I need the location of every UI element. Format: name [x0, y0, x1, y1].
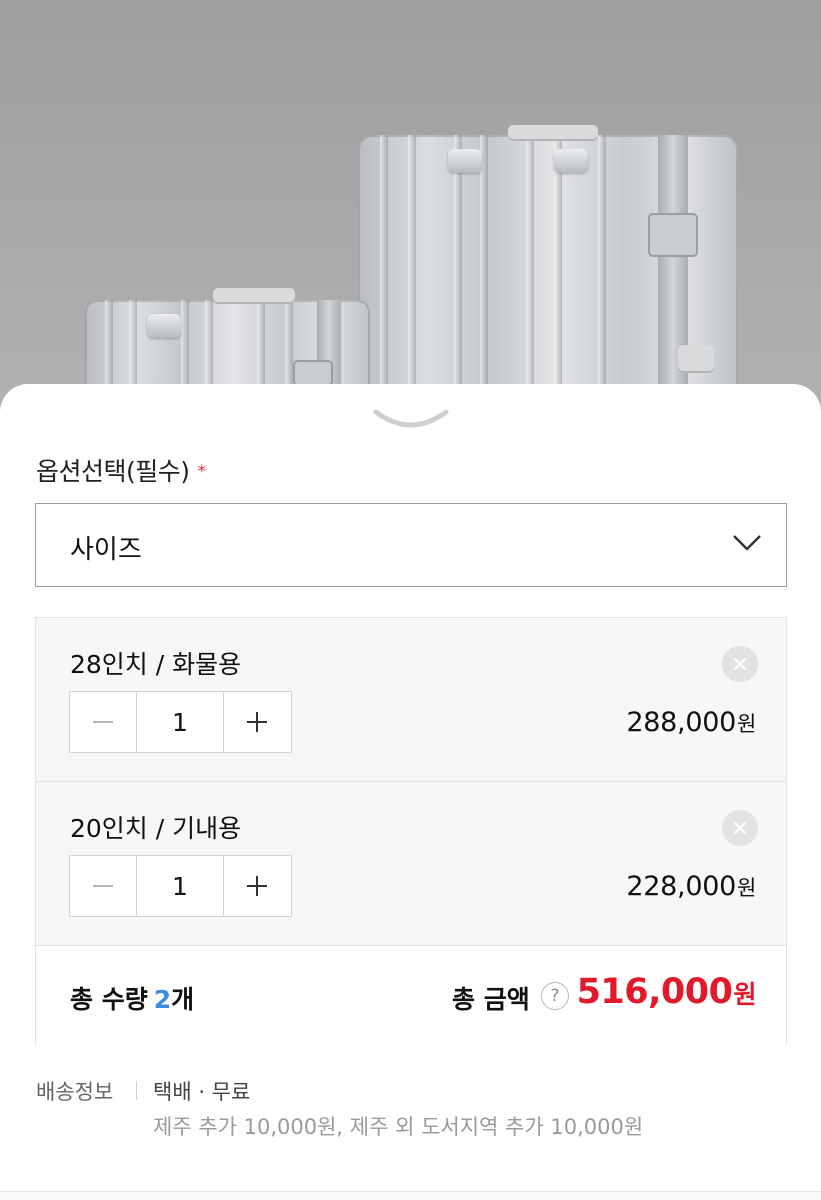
question-icon[interactable]: ? — [541, 982, 569, 1010]
total-amount: 516,000원 — [576, 972, 757, 1012]
quantity-stepper: 1 — [69, 691, 292, 753]
product-photo — [0, 0, 821, 440]
quantity-value[interactable]: 1 — [136, 692, 224, 752]
chevron-down-icon[interactable] — [372, 408, 450, 432]
quantity-value[interactable]: 1 — [136, 856, 224, 916]
currency-unit: 원 — [736, 876, 756, 900]
size-select-label: 사이즈 — [70, 535, 142, 565]
total-amount-value: 516,000 — [576, 972, 733, 1012]
option-name: 20인치 / 기내용 — [70, 814, 242, 843]
shipping-info-label: 배송정보 — [36, 1080, 114, 1104]
shipping-note: 제주 추가 10,000원, 제주 외 도서지역 추가 10,000원 — [153, 1115, 644, 1139]
selected-options-panel: 28인치 / 화물용 1 288,000원 20인치 / 기내용 1 228,0… — [35, 617, 787, 1045]
increment-button[interactable] — [224, 856, 290, 916]
total-quantity: 총 수량 2개 — [70, 980, 194, 1016]
quantity-stepper: 1 — [69, 855, 292, 917]
plus-icon — [247, 876, 267, 896]
close-icon — [733, 821, 747, 835]
selected-option-item: 20인치 / 기내용 1 228,000원 — [36, 782, 786, 946]
size-select[interactable]: 사이즈 — [35, 503, 787, 587]
divider — [136, 1081, 137, 1100]
total-quantity-label: 총 수량 — [70, 985, 148, 1014]
decrement-button[interactable] — [70, 856, 136, 916]
decrement-button[interactable] — [70, 692, 136, 752]
option-section-title: 옵션선택(필수) * — [36, 452, 206, 488]
remove-option-button[interactable] — [722, 646, 758, 682]
minus-icon — [93, 885, 113, 887]
plus-icon — [247, 712, 267, 732]
order-summary: 총 수량 2개 총 금액 ? 516,000원 — [36, 946, 786, 1045]
shipping-method: 택배 · 무료 — [153, 1080, 251, 1104]
total-quantity-value: 2 — [153, 985, 172, 1014]
selected-option-item: 28인치 / 화물용 1 288,000원 — [36, 618, 786, 782]
option-section-label: 옵션선택(필수) — [36, 457, 190, 486]
divider — [0, 1191, 821, 1200]
option-price-value: 228,000 — [626, 871, 736, 902]
option-price: 228,000원 — [626, 871, 756, 902]
total-quantity-unit: 개 — [171, 985, 195, 1014]
currency-unit: 원 — [733, 980, 756, 1009]
chevron-down-icon — [733, 535, 761, 551]
total-amount-label: 총 금액 — [452, 985, 530, 1014]
option-price-value: 288,000 — [626, 707, 736, 738]
option-name: 28인치 / 화물용 — [70, 650, 242, 679]
increment-button[interactable] — [224, 692, 290, 752]
minus-icon — [93, 721, 113, 723]
remove-option-button[interactable] — [722, 810, 758, 846]
option-price: 288,000원 — [626, 707, 756, 738]
currency-unit: 원 — [736, 712, 756, 736]
required-mark: * — [197, 462, 207, 482]
close-icon — [733, 657, 747, 671]
